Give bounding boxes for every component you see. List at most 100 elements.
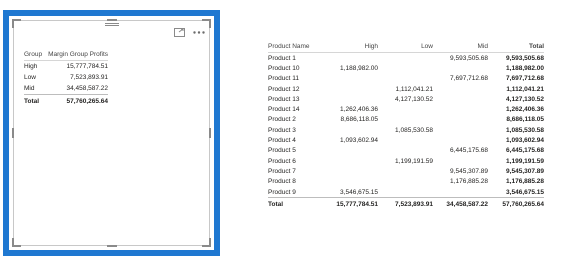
low-value-cell (378, 115, 433, 125)
total-value-cell: 3,546,675.15 (506, 188, 544, 196)
resize-handle-top[interactable] (106, 19, 117, 21)
high-value-cell: 1,188,982.00 (340, 64, 378, 72)
high-value-cell (328, 177, 378, 187)
high-value-cell (328, 94, 378, 104)
mid-value-cell (433, 187, 488, 198)
total-value-cell: 8,686,118.05 (506, 116, 544, 124)
total-value-cell: 1,188,982.00 (506, 64, 544, 72)
value-cell: 7,523,893.91 (70, 74, 109, 81)
product-name-cell: Product 3 (268, 126, 296, 134)
product-matrix-table: Product Name High Low Mid Total Product … (268, 43, 544, 210)
resize-handle-left[interactable] (12, 128, 14, 138)
product-name-cell: Product 9 (268, 188, 296, 196)
column-header-group[interactable]: Group (24, 51, 49, 61)
visual-frame: Group Margin Group Profits High 15,777,7… (12, 19, 211, 247)
total-row: Total 15,777,784.51 7,523,893.91 34,458,587… (268, 197, 544, 210)
column-header-product-name[interactable]: Product Name (268, 43, 328, 53)
resize-handle-bottom-right[interactable] (202, 238, 211, 247)
product-name-cell: Product 12 (268, 85, 300, 93)
table-row: Product 1 9,593,505.68 9,593,505.68 (268, 53, 544, 64)
product-name-cell: Product 6 (268, 157, 296, 165)
high-value-cell (328, 74, 378, 84)
mid-value-cell: 9,593,505.68 (450, 54, 488, 62)
product-name-cell: Product 1 (268, 54, 296, 62)
mid-value-cell (433, 115, 488, 125)
high-value-cell (328, 156, 378, 166)
table-row: Mid 34,458,587.22 (24, 83, 108, 95)
table-row: Product 8 1,176,885.28 1,176,885.28 (268, 177, 544, 187)
high-value-cell: 1,262,406.36 (340, 106, 378, 114)
column-header-mid[interactable]: Mid (433, 43, 488, 53)
product-name-cell: Product 5 (268, 147, 296, 155)
total-mid-value: 34,458,587.22 (433, 197, 488, 210)
total-value-cell: 4,127,130.52 (506, 95, 544, 103)
mid-value-cell: 7,697,712.68 (450, 75, 488, 83)
total-value-cell: 1,085,530.58 (506, 126, 544, 134)
group-profits-table: Group Margin Group Profits High 15,777,7… (24, 51, 109, 107)
table-row: High 15,777,784.51 (24, 61, 108, 73)
total-value-cell: 1,176,885.28 (506, 178, 544, 186)
low-value-cell (378, 135, 433, 145)
low-value-cell (378, 166, 433, 176)
column-header-total[interactable]: Total (488, 43, 544, 53)
value-cell: 34,458,587.22 (66, 85, 109, 92)
table-row: Product 7 9,545,307.89 9,545,307.89 (268, 166, 544, 176)
high-value-cell (328, 146, 378, 156)
total-value-cell: 9,545,307.89 (506, 167, 544, 175)
drag-handle-icon[interactable] (104, 23, 119, 26)
mid-value-cell (433, 63, 488, 73)
low-value-cell: 1,112,041.21 (395, 85, 433, 93)
table-row: Product 12 1,112,041.21 1,112,041.21 (268, 84, 544, 94)
total-value-cell: 6,445,175.68 (506, 147, 544, 155)
resize-handle-bottom-left[interactable] (12, 238, 21, 247)
mid-value-cell (433, 125, 488, 135)
high-value-cell (328, 53, 378, 64)
visual-header (173, 27, 205, 38)
product-name-cell: Product 8 (268, 178, 296, 186)
product-name-cell: Product 2 (268, 116, 296, 124)
mid-value-cell (433, 84, 488, 94)
mid-value-cell: 6,445,175.68 (450, 147, 488, 155)
resize-handle-right[interactable] (209, 128, 211, 138)
total-value-cell: 1,199,191.59 (506, 157, 544, 165)
total-value: 57,760,265.64 (48, 94, 109, 107)
low-value-cell (378, 146, 433, 156)
low-value-cell (378, 187, 433, 198)
group-cell: Low (24, 74, 36, 81)
table-row: Product 10 1,188,982.00 1,188,982.00 (268, 63, 544, 73)
column-header-profits[interactable]: Margin Group Profits (48, 51, 109, 61)
focus-mode-icon[interactable] (173, 27, 185, 38)
total-value-cell: 7,697,712.68 (506, 75, 544, 83)
column-header-low[interactable]: Low (378, 43, 433, 53)
low-value-cell (378, 74, 433, 84)
mid-value-cell (433, 104, 488, 114)
high-value-cell (328, 166, 378, 176)
table-row: Product 4 1,093,602.94 1,093,602.94 (268, 135, 544, 145)
high-value-cell (328, 84, 378, 94)
table-row: Product 5 6,445,175.68 6,445,175.68 (268, 146, 544, 156)
total-label: Total (268, 197, 328, 210)
mid-value-cell (433, 156, 488, 166)
low-value-cell (378, 177, 433, 187)
product-name-cell: Product 11 (268, 75, 299, 83)
group-profits-visual[interactable]: Group Margin Group Profits High 15,777,7… (3, 10, 220, 256)
resize-handle-top-left[interactable] (12, 19, 21, 28)
table-row: Product 13 4,127,130.52 4,127,130.52 (268, 94, 544, 104)
group-cell: High (24, 63, 38, 70)
total-value-cell: 9,593,505.68 (506, 54, 544, 62)
high-value-cell: 3,546,675.15 (340, 188, 378, 196)
product-name-cell: Product 10 (268, 64, 300, 72)
high-value-cell: 1,093,602.94 (340, 137, 378, 145)
mid-value-cell (433, 94, 488, 104)
column-header-high[interactable]: High (328, 43, 378, 53)
low-value-cell: 1,085,530.58 (395, 126, 433, 134)
resize-handle-bottom[interactable] (106, 245, 117, 247)
total-total-value: 57,760,265.64 (488, 197, 544, 210)
high-value-cell: 8,686,118.05 (340, 116, 378, 124)
total-high-value: 15,777,784.51 (328, 197, 378, 210)
mid-value-cell: 1,176,885.28 (450, 178, 488, 186)
more-options-icon[interactable] (193, 27, 205, 38)
table-row: Product 3 1,085,530.58 1,085,530.58 (268, 125, 544, 135)
product-name-cell: Product 13 (268, 95, 300, 103)
low-value-cell (378, 63, 433, 73)
